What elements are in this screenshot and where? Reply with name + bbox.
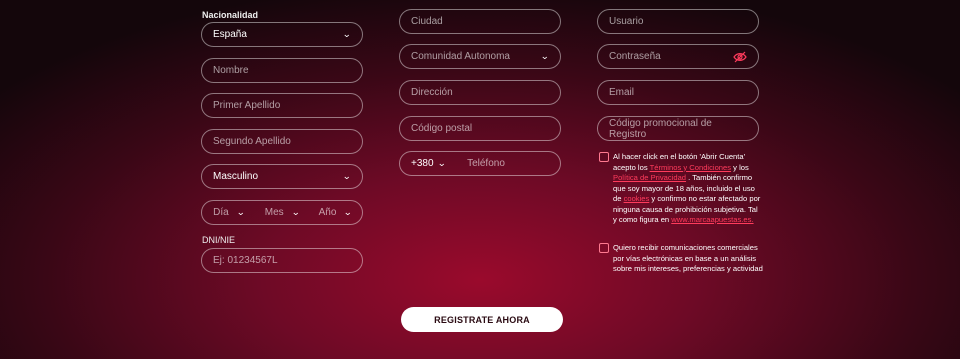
chevron-down-icon: ⌄	[342, 171, 352, 181]
eye-off-icon[interactable]	[733, 51, 747, 63]
chevron-down-icon: ⌄	[540, 51, 550, 61]
chevron-down-icon: ⌄	[235, 207, 245, 217]
nationality-value: España	[213, 29, 247, 40]
address-placeholder: Dirección	[411, 87, 453, 98]
promo-code-input[interactable]: Código promocional de Registro	[597, 116, 759, 141]
gender-value: Masculino	[213, 171, 259, 182]
address-input[interactable]: Dirección	[399, 80, 561, 105]
chevron-down-icon: ⌄	[343, 207, 353, 217]
day-select[interactable]: Día ⌄	[202, 207, 255, 218]
phone-input[interactable]: +380 ⌄ Teléfono	[399, 151, 561, 176]
promo-code-placeholder: Código promocional de Registro	[609, 117, 712, 140]
username-placeholder: Usuario	[609, 16, 644, 27]
email-input[interactable]: Email	[597, 80, 759, 105]
year-select[interactable]: Año ⌄	[309, 207, 362, 218]
terms-link[interactable]: Términos y Condiciones	[650, 163, 731, 172]
first-surname-input[interactable]: Primer Apellido	[201, 93, 363, 118]
phone-placeholder: Teléfono	[467, 158, 505, 169]
marketing-checkbox[interactable]	[599, 243, 609, 253]
cookies-link[interactable]: cookies	[624, 194, 650, 203]
password-placeholder: Contraseña	[609, 51, 661, 62]
city-placeholder: Ciudad	[411, 16, 443, 27]
first-surname-placeholder: Primer Apellido	[213, 100, 281, 111]
privacy-link[interactable]: Política de Privacidad	[613, 173, 686, 182]
second-surname-placeholder: Segundo Apellido	[213, 136, 291, 147]
dni-label: DNI/NIE	[202, 235, 236, 245]
terms-text-2: y los	[731, 162, 749, 172]
terms-checkbox[interactable]	[599, 152, 609, 162]
chevron-down-icon: ⌄	[342, 29, 352, 39]
marketing-text: Quiero recibir comunicaciones comerciale…	[613, 243, 763, 273]
nationality-label: Nacionalidad	[202, 10, 259, 20]
year-label: Año	[318, 207, 337, 218]
region-value: Comunidad Autonoma	[411, 51, 510, 62]
day-label: Día	[213, 207, 229, 218]
phone-prefix-value: +380	[411, 158, 434, 169]
postal-code-placeholder: Código postal	[411, 123, 473, 134]
nationality-select[interactable]: España ⌄	[201, 22, 363, 47]
month-label: Mes	[264, 207, 284, 218]
dni-placeholder: Ej: 01234567L	[213, 255, 278, 266]
chevron-down-icon: ⌄	[436, 158, 446, 168]
region-select[interactable]: Comunidad Autonoma ⌄	[399, 44, 561, 69]
name-input[interactable]: Nombre	[201, 58, 363, 83]
city-input[interactable]: Ciudad	[399, 9, 561, 34]
postal-code-input[interactable]: Código postal	[399, 116, 561, 141]
name-placeholder: Nombre	[213, 65, 249, 76]
chevron-down-icon: ⌄	[290, 207, 300, 217]
marcaapuestas-link[interactable]: www.marcaapuestas.es.	[671, 215, 753, 224]
dni-input[interactable]: Ej: 01234567L	[201, 248, 363, 273]
register-button[interactable]: REGISTRATE AHORA	[401, 307, 563, 332]
birthdate-group: Día ⌄ Mes ⌄ Año ⌄	[201, 200, 363, 225]
phone-prefix-select[interactable]: +380 ⌄	[411, 158, 446, 169]
month-select[interactable]: Mes ⌄	[255, 207, 308, 218]
gender-select[interactable]: Masculino ⌄	[201, 164, 363, 189]
email-placeholder: Email	[609, 87, 635, 98]
password-input[interactable]: Contraseña	[597, 44, 759, 69]
second-surname-input[interactable]: Segundo Apellido	[201, 129, 363, 154]
terms-text: Al hacer click en el botón 'Abrir Cuenta…	[613, 152, 763, 226]
username-input[interactable]: Usuario	[597, 9, 759, 34]
